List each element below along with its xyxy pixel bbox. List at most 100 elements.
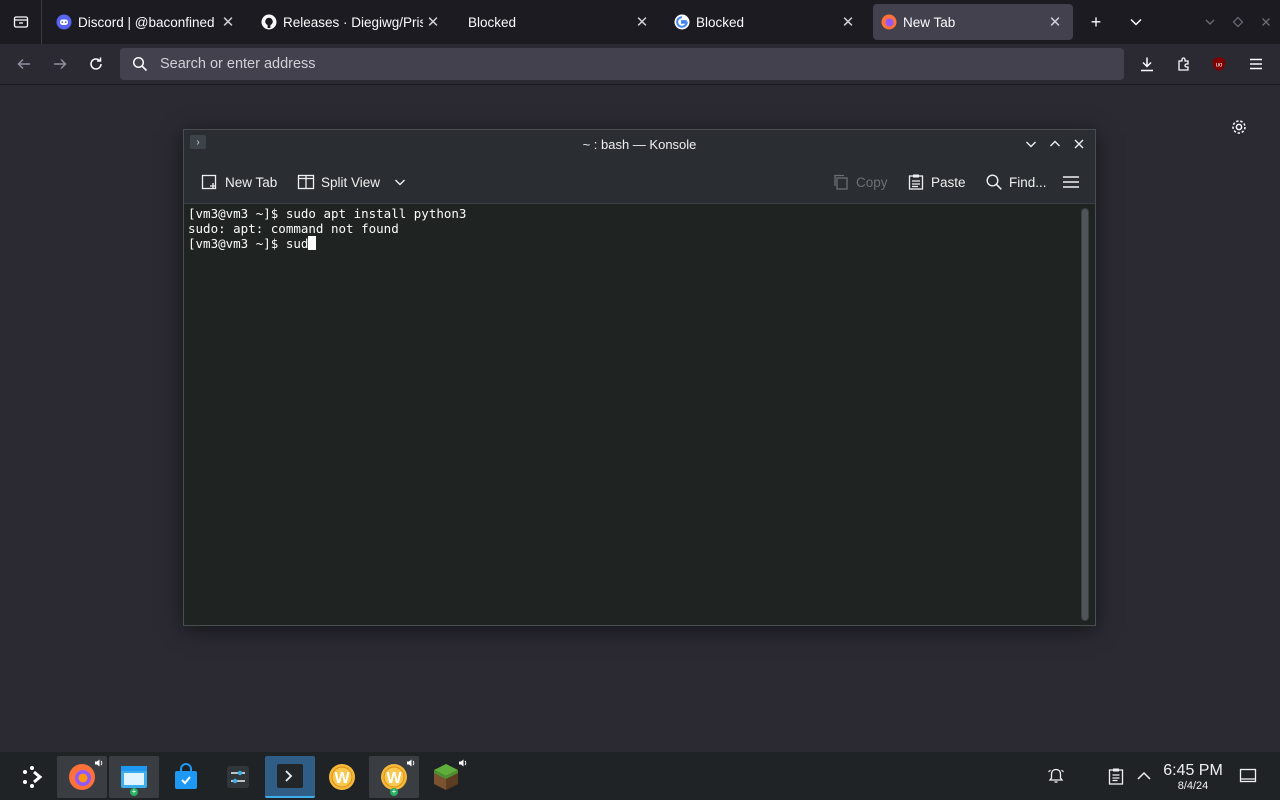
konsole-window: › ~ : bash — Konsole New Tab Split View … bbox=[183, 129, 1096, 626]
konsole-app-icon[interactable]: › bbox=[190, 135, 206, 149]
app-menu-button[interactable] bbox=[1242, 50, 1270, 78]
clipboard-icon bbox=[1108, 768, 1124, 785]
konsole-menu-button[interactable] bbox=[1062, 170, 1080, 194]
close-button[interactable] bbox=[1069, 134, 1089, 154]
terminal-prompt: [vm3@vm3 ~]$ sud bbox=[188, 236, 309, 251]
paste-button[interactable]: Paste bbox=[907, 170, 966, 194]
clock-time: 6:45 PM bbox=[1163, 762, 1223, 779]
wine-w-icon: W bbox=[329, 764, 355, 790]
speaker-icon bbox=[459, 759, 467, 767]
browser-tab-strip: Discord | @baconfined ✕ Releases · Diegi… bbox=[0, 0, 1280, 44]
close-tab-icon[interactable]: ✕ bbox=[218, 12, 238, 32]
list-all-tabs-button[interactable] bbox=[1124, 10, 1148, 34]
terminal-line: [vm3@vm3 ~]$ sudo apt install python3 bbox=[188, 206, 467, 221]
speaker-icon bbox=[95, 759, 103, 767]
taskbar-wine-app[interactable]: W bbox=[317, 756, 367, 798]
speaker-icon bbox=[407, 759, 415, 767]
maximize-button[interactable] bbox=[1045, 134, 1065, 154]
back-button[interactable] bbox=[10, 50, 38, 78]
konsole-toolbar: New Tab Split View Copy Paste Find... bbox=[184, 158, 1095, 204]
ublock-shield-icon: uo bbox=[1213, 57, 1225, 71]
hamburger-menu-icon bbox=[1250, 58, 1262, 70]
digital-clock[interactable]: 6:45 PM 8/4/24 bbox=[1160, 762, 1226, 793]
paste-label: Paste bbox=[931, 174, 966, 190]
taskbar-konsole[interactable] bbox=[265, 756, 315, 798]
close-tab-icon[interactable]: ✕ bbox=[1045, 12, 1065, 32]
browser-tab-new-tab[interactable]: New Tab ✕ bbox=[873, 4, 1073, 40]
new-tab-button[interactable]: + bbox=[1084, 10, 1108, 34]
firefox-view-icon bbox=[13, 16, 28, 28]
desktop-icon bbox=[1239, 768, 1257, 783]
url-input[interactable] bbox=[160, 56, 1060, 72]
copy-button[interactable]: Copy bbox=[832, 170, 888, 194]
new-tab-button[interactable]: New Tab bbox=[201, 170, 277, 194]
taskbar: + W W + 6:45 PM 8/4/24 bbox=[0, 752, 1280, 800]
find-label: Find... bbox=[1009, 174, 1047, 190]
terminal-output: [vm3@vm3 ~]$ sudo apt install python3 sud… bbox=[188, 206, 466, 251]
chevron-up-icon bbox=[1137, 771, 1151, 780]
close-icon bbox=[1074, 139, 1084, 149]
close-tab-icon[interactable]: ✕ bbox=[632, 12, 652, 32]
window-close-button[interactable] bbox=[1254, 10, 1278, 34]
taskbar-system-settings[interactable] bbox=[213, 756, 263, 798]
svg-text:W: W bbox=[334, 770, 350, 787]
arrow-right-icon bbox=[54, 58, 67, 70]
forward-button[interactable] bbox=[46, 50, 74, 78]
chevron-down-icon bbox=[1130, 18, 1142, 26]
taskbar-firefox[interactable] bbox=[57, 756, 107, 798]
copy-icon bbox=[834, 174, 848, 190]
tab-title: Discord | @baconfined bbox=[78, 14, 215, 30]
clipboard-tray-button[interactable] bbox=[1105, 765, 1127, 787]
terminal-cursor bbox=[308, 236, 317, 250]
ublock-origin-button[interactable]: uo bbox=[1205, 50, 1233, 78]
hamburger-menu-icon bbox=[1063, 176, 1079, 188]
terminal-icon bbox=[277, 764, 303, 788]
split-view-button[interactable]: Split View bbox=[297, 170, 406, 194]
copy-label: Copy bbox=[856, 174, 888, 190]
svg-text:uo: uo bbox=[1216, 63, 1223, 69]
svg-text:W: W bbox=[386, 770, 402, 787]
terminal-view[interactable]: [vm3@vm3 ~]$ sudo apt install python3 sud… bbox=[184, 204, 1095, 625]
notifications-tray-button[interactable] bbox=[1045, 765, 1067, 787]
paste-icon bbox=[908, 174, 924, 190]
browser-tab-discord[interactable]: Discord | @baconfined ✕ bbox=[48, 4, 246, 40]
window-title: ~ : bash — Konsole bbox=[582, 136, 697, 152]
close-tab-icon[interactable]: ✕ bbox=[423, 12, 443, 32]
browser-tab-blocked-google[interactable]: Blocked ✕ bbox=[666, 4, 866, 40]
extensions-button[interactable] bbox=[1170, 50, 1198, 78]
taskbar-dolphin[interactable]: + bbox=[109, 756, 159, 798]
downloads-button[interactable] bbox=[1133, 50, 1161, 78]
alarm-bell-icon bbox=[1048, 768, 1064, 783]
terminal-line: sudo: apt: command not found bbox=[188, 221, 399, 236]
new-tab-settings-button[interactable] bbox=[1228, 116, 1250, 138]
terminal-scrollbar[interactable] bbox=[1081, 208, 1089, 621]
url-bar[interactable] bbox=[120, 48, 1124, 80]
konsole-titlebar[interactable]: › ~ : bash — Konsole bbox=[184, 130, 1095, 158]
scrollbar-thumb[interactable] bbox=[1082, 209, 1088, 620]
chevron-down-icon bbox=[395, 179, 406, 186]
tab-title: New Tab bbox=[903, 14, 956, 30]
window-maximize-button[interactable] bbox=[1226, 10, 1250, 34]
show-hidden-icons-button[interactable] bbox=[1133, 765, 1155, 787]
reload-button[interactable] bbox=[82, 50, 110, 78]
taskbar-minecraft[interactable] bbox=[421, 756, 471, 798]
chevron-down-icon bbox=[1205, 19, 1215, 25]
taskbar-wine-app-2[interactable]: W + bbox=[369, 756, 419, 798]
close-tab-icon[interactable]: ✕ bbox=[838, 12, 858, 32]
window-minimize-button[interactable] bbox=[1198, 10, 1222, 34]
steamdeck-launcher-icon bbox=[23, 766, 43, 788]
taskbar-discover[interactable] bbox=[161, 756, 211, 798]
tab-title: Releases · Diegiwg/PrismLauncher bbox=[283, 14, 423, 30]
find-button[interactable]: Find... bbox=[985, 170, 1047, 194]
shopping-bag-icon bbox=[175, 763, 197, 789]
new-tab-label: New Tab bbox=[225, 174, 278, 190]
browser-tab-blocked[interactable]: Blocked ✕ bbox=[460, 4, 660, 40]
minimize-button[interactable] bbox=[1021, 134, 1041, 154]
close-icon bbox=[1262, 18, 1270, 26]
show-desktop-button[interactable] bbox=[1237, 765, 1259, 787]
application-launcher-button[interactable] bbox=[8, 756, 58, 798]
tab-title: Blocked bbox=[468, 14, 517, 30]
clock-date: 8/4/24 bbox=[1177, 780, 1209, 792]
browser-tab-github[interactable]: Releases · Diegiwg/PrismLauncher ✕ bbox=[253, 4, 451, 40]
firefox-view-button[interactable] bbox=[0, 0, 42, 44]
